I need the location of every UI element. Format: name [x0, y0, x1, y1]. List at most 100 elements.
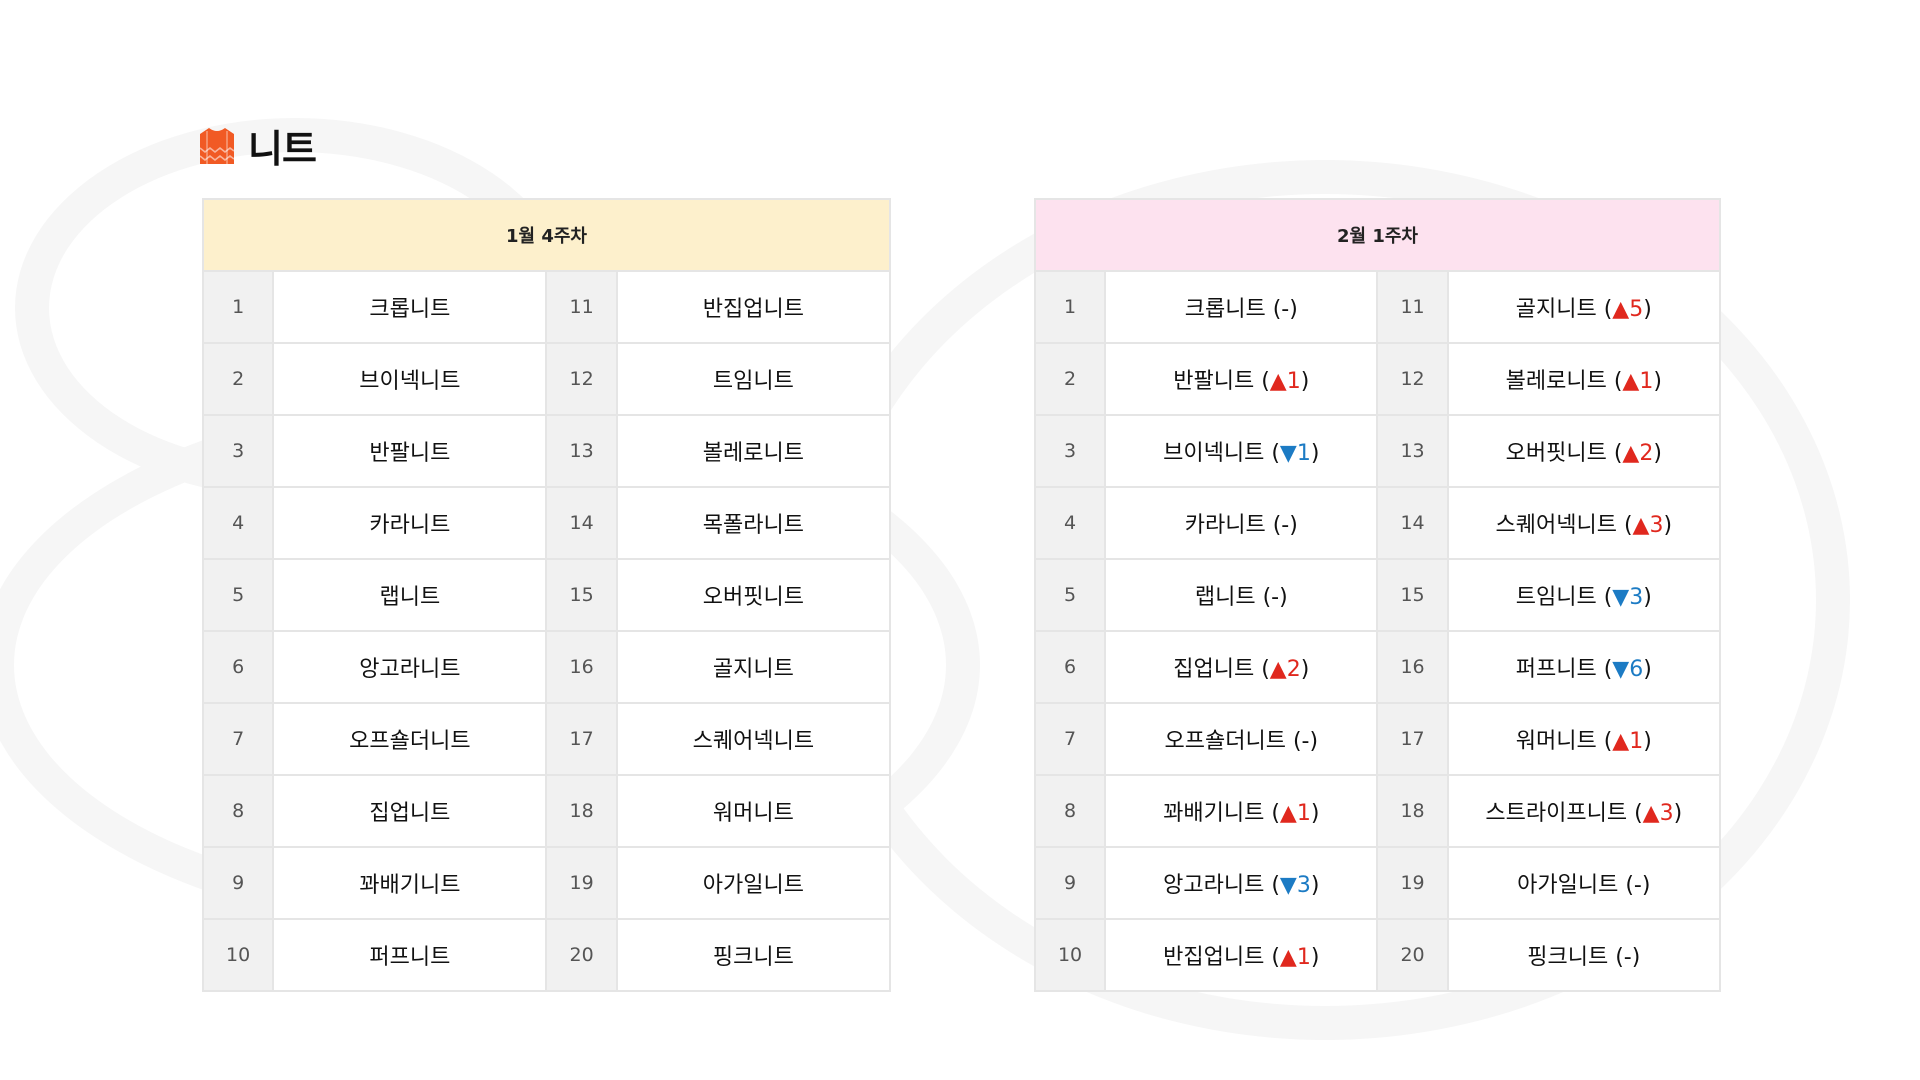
- rank-item: 핑크니트 (-): [1446, 918, 1722, 992]
- table-row: 1 크롭니트 (-) 11 골지니트 (▲5): [1033, 270, 1722, 344]
- rank-item: 카라니트 (-): [1104, 486, 1379, 560]
- rank-number: 19: [545, 846, 618, 920]
- item-name: 브이넥니트: [359, 369, 461, 394]
- rank-change: -: [1281, 513, 1290, 538]
- table-row: 8 꽈배기니트 (▲1) 18 스트라이프니트 (▲3): [1033, 774, 1722, 848]
- table-row: 5 랩니트 (-) 15 트임니트 (▼3): [1033, 558, 1722, 632]
- rank-change: ▲1: [1279, 945, 1311, 970]
- item-name: 목폴라니트: [702, 513, 804, 538]
- rank-change: -: [1633, 873, 1642, 898]
- rank-item: 반집업니트: [615, 270, 892, 344]
- table-row: 7 오프숄더니트 (-) 17 워머니트 (▲1): [1033, 702, 1722, 776]
- rank-item: 스퀘어넥니트: [615, 702, 892, 776]
- table-row: 3 브이넥니트 (▼1) 13 오버핏니트 (▲2): [1033, 414, 1722, 488]
- rank-number: 1: [201, 270, 275, 344]
- rank-item: 오버핏니트 (▲2): [1446, 414, 1722, 488]
- ranking-table-week1: 1월 4주차 1 크롭니트 11 반집업니트 2 브이넥니트 12 트임니트 3 반팔니트 13 볼레…: [201, 198, 892, 992]
- rank-number: 3: [201, 414, 275, 488]
- rank-item: 스퀘어넥니트 (▲3): [1446, 486, 1722, 560]
- item-name: 반팔니트: [1173, 369, 1255, 394]
- table-row: 4 카라니트 14 목폴라니트: [201, 486, 892, 560]
- rank-change: ▼1: [1279, 441, 1311, 466]
- item-name: 반팔니트: [369, 441, 451, 466]
- table-row: 2 반팔니트 (▲1) 12 볼레로니트 (▲1): [1033, 342, 1722, 416]
- rank-number: 13: [1376, 414, 1449, 488]
- rank-number: 9: [1033, 846, 1107, 920]
- title-section: 니트: [198, 118, 317, 173]
- table-body-week1: 1 크롭니트 11 반집업니트 2 브이넥니트 12 트임니트 3 반팔니트 13 볼레로니트 4 카라니…: [201, 270, 892, 992]
- rank-item: 골지니트 (▲5): [1446, 270, 1722, 344]
- rank-number: 15: [1376, 558, 1449, 632]
- item-name: 카라니트: [1184, 513, 1266, 538]
- rank-number: 6: [201, 630, 275, 704]
- rank-item: 브이넥니트 (▼1): [1104, 414, 1379, 488]
- rank-item: 아가일니트 (-): [1446, 846, 1722, 920]
- item-name: 퍼프니트: [1515, 657, 1597, 682]
- item-name: 퍼프니트: [369, 945, 451, 970]
- item-name: 워머니트: [1515, 729, 1597, 754]
- item-name: 반집업니트: [702, 297, 804, 322]
- table-row: 5 랩니트 15 오버핏니트: [201, 558, 892, 632]
- rank-item: 반집업니트 (▲1): [1104, 918, 1379, 992]
- item-name: 집업니트: [1173, 657, 1255, 682]
- rank-number: 11: [1376, 270, 1449, 344]
- item-name: 오프숄더니트: [1164, 729, 1286, 754]
- item-name: 크롭니트: [1184, 297, 1266, 322]
- rank-number: 20: [1376, 918, 1449, 992]
- rank-item: 퍼프니트 (▼6): [1446, 630, 1722, 704]
- item-name: 집업니트: [369, 801, 451, 826]
- rank-change: ▲3: [1632, 513, 1664, 538]
- rank-item: 트임니트 (▼3): [1446, 558, 1722, 632]
- item-name: 크롭니트: [369, 297, 451, 322]
- item-name: 스퀘어넥니트: [692, 729, 815, 754]
- rank-item: 오프숄더니트 (-): [1104, 702, 1379, 776]
- rank-number: 3: [1033, 414, 1107, 488]
- rank-number: 6: [1033, 630, 1107, 704]
- rank-item: 핑크니트: [615, 918, 892, 992]
- table-row: 9 꽈배기니트 19 아가일니트: [201, 846, 892, 920]
- item-name: 골지니트: [712, 657, 794, 682]
- rank-change: ▼3: [1279, 873, 1311, 898]
- table-row: 3 반팔니트 13 볼레로니트: [201, 414, 892, 488]
- rank-item: 반팔니트 (▲1): [1104, 342, 1379, 416]
- rank-change: ▲1: [1622, 369, 1654, 394]
- rank-item: 워머니트: [615, 774, 892, 848]
- rank-item: 꽈배기니트 (▲1): [1104, 774, 1379, 848]
- rank-number: 7: [201, 702, 275, 776]
- item-name: 스트라이프니트: [1485, 801, 1628, 826]
- rank-item: 브이넥니트: [272, 342, 548, 416]
- item-name: 앙고라니트: [359, 657, 461, 682]
- rank-number: 11: [545, 270, 618, 344]
- rank-number: 8: [201, 774, 275, 848]
- rank-item: 앙고라니트: [272, 630, 548, 704]
- table-row: 6 집업니트 (▲2) 16 퍼프니트 (▼6): [1033, 630, 1722, 704]
- rank-change: -: [1301, 729, 1310, 754]
- rank-number: 7: [1033, 702, 1107, 776]
- rank-change: ▲2: [1269, 657, 1301, 682]
- item-name: 브이넥니트: [1163, 441, 1265, 466]
- item-name: 반집업니트: [1163, 945, 1265, 970]
- sweater-icon: [199, 127, 235, 164]
- item-name: 스퀘어넥니트: [1495, 513, 1617, 538]
- item-name: 트임니트: [1515, 585, 1597, 610]
- rank-number: 8: [1033, 774, 1107, 848]
- item-name: 오프숄더니트: [349, 729, 471, 754]
- rank-number: 5: [1033, 558, 1107, 632]
- rank-change: -: [1623, 945, 1632, 970]
- rank-number: 10: [1033, 918, 1107, 992]
- item-name: 워머니트: [712, 801, 794, 826]
- item-name: 꽈배기니트: [1163, 801, 1265, 826]
- rank-item: 워머니트 (▲1): [1446, 702, 1722, 776]
- table-row: 9 앙고라니트 (▼3) 19 아가일니트 (-): [1033, 846, 1722, 920]
- table-header-week1: 1월 4주차: [202, 198, 891, 272]
- rank-item: 랩니트 (-): [1104, 558, 1379, 632]
- rank-change: ▼6: [1612, 657, 1644, 682]
- rank-item: 앙고라니트 (▼3): [1104, 846, 1379, 920]
- rank-item: 랩니트: [272, 558, 548, 632]
- rank-item: 꽈배기니트: [272, 846, 548, 920]
- item-name: 랩니트: [1194, 585, 1256, 610]
- table-row: 10 반집업니트 (▲1) 20 핑크니트 (-): [1033, 918, 1722, 992]
- rank-change: ▲2: [1622, 441, 1654, 466]
- rank-number: 17: [1376, 702, 1449, 776]
- item-name: 트임니트: [712, 369, 794, 394]
